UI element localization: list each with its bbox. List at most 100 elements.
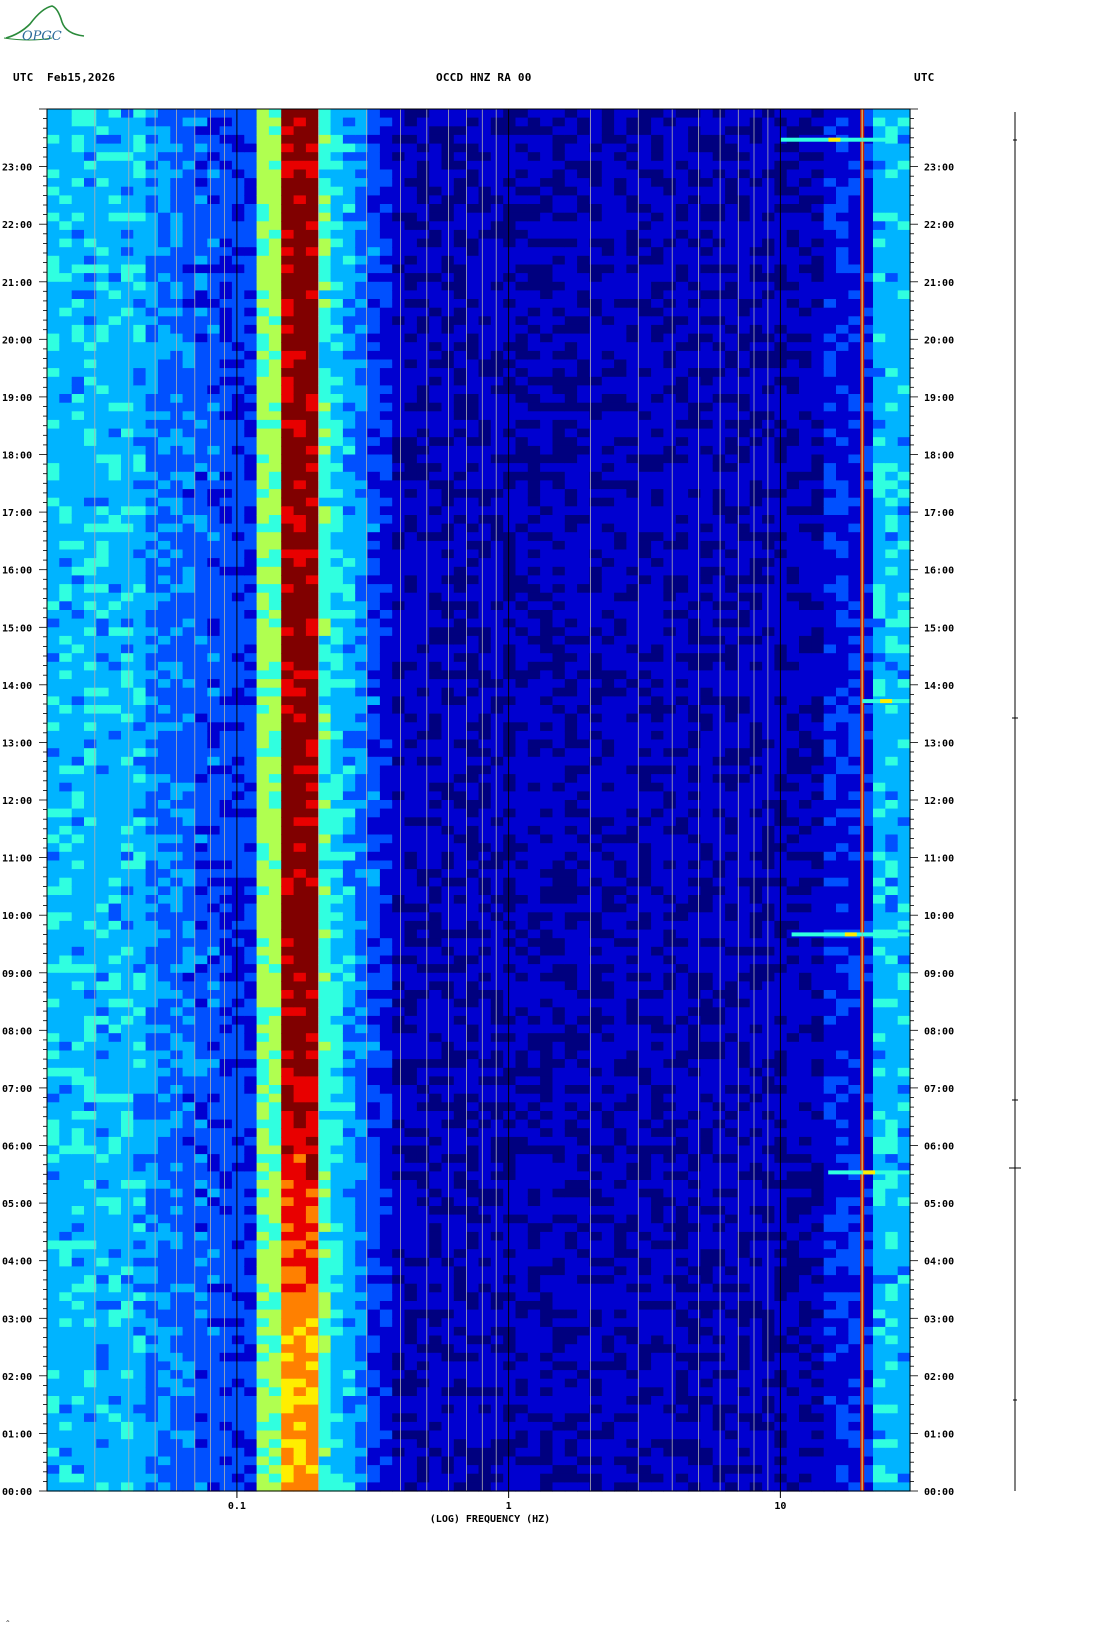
spectrogram-cell: [244, 195, 258, 205]
spectrogram-cell: [281, 627, 295, 637]
spectrogram-cell: [293, 730, 307, 741]
spectrogram-cell: [133, 1396, 147, 1406]
spectrogram-cell: [429, 204, 443, 214]
spectrogram-cell: [96, 920, 110, 931]
spectrogram-cell: [121, 497, 134, 507]
spectrogram-cell: [182, 402, 196, 412]
spectrogram-cell: [182, 489, 196, 499]
spectrogram-cell: [256, 506, 270, 516]
spectrogram-cell: [207, 1050, 221, 1060]
spectrogram-cell: [305, 1370, 319, 1380]
spectrogram-cell: [96, 938, 110, 948]
spectrogram-cell: [47, 834, 60, 844]
spectrogram-cell: [219, 1188, 233, 1198]
spectrogram-cell: [392, 1370, 406, 1380]
spectrogram-cell: [71, 800, 85, 810]
spectrogram-cell: [404, 964, 418, 974]
spectrogram-cell: [121, 1231, 134, 1242]
spectrogram-cell: [392, 463, 406, 473]
spectrogram-cell: [47, 471, 60, 481]
spectrogram-cell: [194, 748, 208, 758]
spectrogram-cell: [379, 212, 393, 222]
spectrogram-cell: [379, 437, 393, 447]
spectrogram-cell: [219, 1447, 233, 1457]
spectrogram-cell: [231, 229, 245, 240]
spectrogram-cell: [96, 1231, 110, 1242]
spectrogram-cell: [355, 800, 369, 810]
spectrogram-cell: [182, 186, 196, 196]
spectrogram-cell: [268, 497, 282, 507]
spectrogram-cell: [305, 1292, 319, 1302]
spectrogram-cell: [305, 843, 319, 853]
spectrogram-cell: [256, 368, 270, 378]
spectrogram-cell: [404, 739, 418, 749]
spectrogram-cell: [330, 618, 344, 628]
spectrogram-cell: [133, 1344, 147, 1354]
spectrogram-cell: [355, 497, 369, 507]
spectrogram-cell: [108, 264, 122, 274]
spectrogram-cell: [59, 722, 73, 732]
spectrogram-cell: [342, 895, 356, 905]
spectrogram-cell: [194, 1309, 208, 1319]
spectrogram-cell: [133, 549, 147, 559]
spectrogram-cell: [207, 1059, 221, 1069]
spectrogram-cell: [268, 204, 282, 214]
spectrogram-cell: [158, 342, 171, 352]
spectrogram-cell: [330, 627, 344, 637]
spectrogram-cell: [404, 178, 418, 188]
spectrogram-cell: [145, 756, 159, 766]
spectrogram-cell: [355, 1301, 369, 1311]
spectrogram-cell: [219, 1093, 233, 1103]
spectrogram-cell: [293, 1214, 307, 1224]
spectrogram-cell: [71, 1482, 85, 1492]
spectrogram-cell: [244, 169, 258, 179]
spectrogram-cell: [158, 653, 171, 663]
spectrogram-cell: [158, 316, 171, 326]
spectrogram-cell: [145, 1007, 159, 1017]
spectrogram-cell: [194, 1067, 208, 1077]
spectrogram-cell: [121, 178, 134, 188]
spectrogram-cell: [194, 817, 208, 827]
spectrogram-cell: [404, 877, 418, 887]
spectrogram-cell: [293, 178, 307, 188]
spectrogram-cell: [231, 117, 245, 127]
spectrogram-cell: [47, 195, 60, 205]
spectrogram-cell: [379, 1439, 393, 1449]
spectrogram-cell: [318, 739, 332, 749]
spectrogram-cell: [379, 359, 393, 369]
spectrogram-cell: [293, 843, 307, 853]
spectrogram-cell: [231, 912, 245, 922]
spectrogram-cell: [207, 1257, 221, 1267]
spectrogram-cell: [59, 195, 73, 205]
spectrogram-cell: [194, 178, 208, 188]
spectrogram-cell: [47, 1482, 60, 1492]
spectrogram-cell: [231, 316, 245, 326]
spectrogram-cell: [416, 238, 430, 248]
spectrogram-cell: [318, 1033, 332, 1043]
spectrogram-cell: [145, 1197, 159, 1207]
spectrogram-cell: [379, 635, 393, 646]
spectrogram-cell: [108, 1154, 122, 1164]
spectrogram-cell: [158, 644, 171, 654]
spectrogram-cell: [330, 739, 344, 749]
spectrogram-cell: [281, 281, 295, 291]
spectrogram-cell: [416, 722, 430, 732]
spectrogram-cell: [145, 1136, 159, 1147]
spectrogram-cell: [293, 428, 307, 438]
spectrogram-cell: [379, 1007, 393, 1017]
spectrogram-cell: [231, 273, 245, 283]
spectrogram-cell: [96, 696, 110, 706]
spectrogram-cell: [59, 402, 73, 412]
spectrogram-cell: [330, 610, 344, 620]
spectrogram-cell: [47, 843, 60, 853]
spectrogram-cell: [342, 730, 356, 741]
spectrogram-cell: [59, 385, 73, 395]
spectrogram-cell: [231, 627, 245, 637]
spectrogram-cell: [268, 696, 282, 706]
spectrogram-cell: [379, 1033, 393, 1043]
spectrogram-cell: [318, 169, 332, 179]
spectrogram-cell: [404, 419, 418, 430]
spectrogram-cell: [121, 1249, 134, 1259]
spectrogram-cell: [96, 808, 110, 818]
spectrogram-cell: [281, 1171, 295, 1181]
